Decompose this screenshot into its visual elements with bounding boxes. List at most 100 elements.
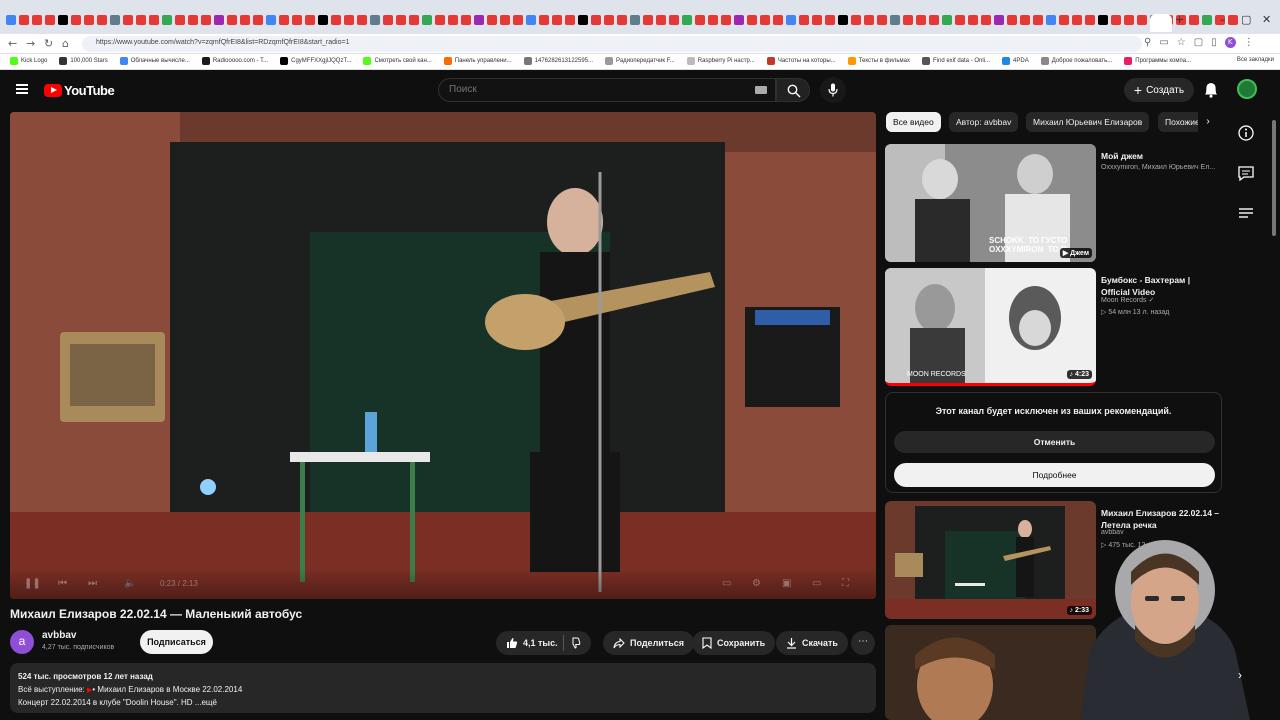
bookmark-item[interactable]: Частоты на которы... [766, 57, 836, 65]
cast-icon[interactable]: ▭ [1159, 37, 1168, 48]
tab-favicon-icon[interactable] [357, 15, 367, 25]
youtube-logo[interactable]: YouTube [44, 83, 115, 98]
tab-favicon-icon[interactable] [318, 15, 328, 25]
video-player[interactable]: ❚❚ ⏮ ⏭ 🔈 0:23 / 2:13 ▭ ⚙ ▣ ▭ ⛶ [10, 112, 876, 599]
tab-favicon-icon[interactable] [604, 15, 614, 25]
channel-name[interactable]: avbbav [42, 630, 76, 641]
bookmark-item[interactable]: Облачные вычисле... [119, 57, 190, 65]
tab-favicon-icon[interactable] [903, 15, 913, 25]
tab-favicon-icon[interactable] [734, 15, 744, 25]
theater-mode-icon[interactable]: ▭ [812, 578, 821, 589]
tab-favicon-icon[interactable] [396, 15, 406, 25]
tab-favicon-icon[interactable] [123, 15, 133, 25]
tab-favicon-icon[interactable] [383, 15, 393, 25]
tab-favicon-icon[interactable] [1189, 15, 1199, 25]
tab-favicon-icon[interactable] [825, 15, 835, 25]
search-box[interactable] [438, 78, 776, 102]
url-field[interactable]: https://www.youtube.com/watch?v=zqmfQfrE… [82, 36, 1142, 52]
tab-favicon-icon[interactable] [474, 15, 484, 25]
create-button[interactable]: + Создать [1124, 78, 1194, 102]
bookmark-item[interactable]: 4PDA [1002, 57, 1029, 65]
recommendation-channel[interactable]: Moon Records ✓ [1101, 296, 1221, 304]
chip-artist[interactable]: Михаил Юрьевич Елизаров [1026, 112, 1150, 132]
channel-avatar[interactable]: a [10, 630, 34, 654]
tab-favicon-icon[interactable] [448, 15, 458, 25]
tab-favicon-icon[interactable] [773, 15, 783, 25]
tab-favicon-icon[interactable] [552, 15, 562, 25]
tab-favicon-icon[interactable] [864, 15, 874, 25]
bookmark-item[interactable]: Смотреть свой кан... [363, 57, 432, 65]
tab-favicon-icon[interactable] [669, 15, 679, 25]
tab-favicon-icon[interactable] [955, 15, 965, 25]
account-avatar[interactable] [1237, 79, 1257, 99]
tab-favicon-icon[interactable] [279, 15, 289, 25]
recommendation-card[interactable]: MOON RECORDS ♪ 4:23 Бумбокс - Вахтерам |… [885, 268, 1220, 388]
chip-all-videos[interactable]: Все видео [886, 112, 941, 132]
settings-gear-icon[interactable]: ⚙ [752, 578, 761, 589]
tab-favicon-icon[interactable] [1098, 15, 1108, 25]
tab-favicon-icon[interactable] [331, 15, 341, 25]
tab-favicon-icon[interactable] [630, 15, 640, 25]
tab-favicon-icon[interactable] [97, 15, 107, 25]
tab-favicon-icon[interactable] [266, 15, 276, 25]
tab-favicon-icon[interactable] [71, 15, 81, 25]
tab-favicon-icon[interactable] [188, 15, 198, 25]
tab-favicon-icon[interactable] [656, 15, 666, 25]
pause-icon[interactable]: ❚❚ [24, 578, 41, 589]
tab-favicon-icon[interactable] [1124, 15, 1134, 25]
tab-favicon-icon[interactable] [227, 15, 237, 25]
recommendation-card[interactable]: SCHOKK ТО ГУСТО OXXXYMIRON ТО П ▶ Джем М… [885, 144, 1220, 264]
tab-favicon-icon[interactable] [175, 15, 185, 25]
bookmark-item[interactable]: Доброе пожаловать... [1040, 57, 1112, 65]
tab-favicon-icon[interactable] [578, 15, 588, 25]
tab-favicon-icon[interactable] [500, 15, 510, 25]
tab-favicon-icon[interactable] [565, 15, 575, 25]
tab-favicon-icon[interactable] [994, 15, 1004, 25]
bookmark-item[interactable]: Панель управлени... [443, 57, 512, 65]
bookmark-item[interactable]: Find exif data - Onli... [922, 57, 990, 65]
bookmark-item[interactable]: Тексты в фильмах [847, 57, 910, 65]
like-button[interactable]: 4,1 тыс. [506, 637, 558, 649]
tab-favicon-icon[interactable] [305, 15, 315, 25]
profile-avatar[interactable]: K [1224, 37, 1236, 48]
tab-favicon-icon[interactable] [786, 15, 796, 25]
bookmark-item[interactable]: Raspberry Pi настр... [686, 57, 755, 65]
bookmark-item[interactable]: Радиопередатчик F... [605, 57, 675, 65]
tab-favicon-icon[interactable] [721, 15, 731, 25]
tab-favicon-icon[interactable] [292, 15, 302, 25]
tab-favicon-icon[interactable] [916, 15, 926, 25]
more-actions-button[interactable]: ⋯ [851, 631, 875, 655]
share-button[interactable]: Поделиться [603, 631, 695, 655]
chip-author[interactable]: Автор: avbbav [949, 112, 1019, 132]
sidebar-icon[interactable]: ▯ [1211, 37, 1217, 48]
extensions-icon[interactable]: ▢ [1194, 37, 1203, 48]
active-tab[interactable] [1150, 14, 1172, 32]
tab-favicon-icon[interactable] [253, 15, 263, 25]
tab-favicon-icon[interactable] [968, 15, 978, 25]
tab-favicon-row[interactable] [6, 15, 1238, 25]
tab-favicon-icon[interactable] [149, 15, 159, 25]
tab-favicon-icon[interactable] [344, 15, 354, 25]
hamburger-menu-icon[interactable] [16, 84, 28, 94]
subscribe-button[interactable]: Подписаться [140, 630, 213, 654]
tab-favicon-icon[interactable] [110, 15, 120, 25]
thumbs-down-icon[interactable] [569, 637, 581, 649]
description-text[interactable]: Концерт 22.02.2014 в клубе "Doolin House… [18, 698, 217, 707]
forward-icon[interactable]: → [26, 37, 35, 50]
home-icon[interactable]: ⌂ [62, 37, 69, 50]
zoom-icon[interactable]: ⚲ [1144, 37, 1151, 48]
description-link[interactable]: • Михаил Елизаров в Москве 22.02.2014 [92, 685, 242, 694]
tab-favicon-icon[interactable] [409, 15, 419, 25]
tab-favicon-icon[interactable] [851, 15, 861, 25]
tab-favicon-icon[interactable] [1059, 15, 1069, 25]
tab-favicon-icon[interactable] [1202, 15, 1212, 25]
video-thumbnail[interactable]: MOON RECORDS ♪ 4:23 [885, 268, 1096, 386]
tab-favicon-icon[interactable] [877, 15, 887, 25]
all-bookmarks[interactable]: Все закладки [1237, 57, 1274, 63]
tab-favicon-icon[interactable] [1228, 15, 1238, 25]
tab-favicon-icon[interactable] [162, 15, 172, 25]
tab-favicon-icon[interactable] [214, 15, 224, 25]
tab-favicon-icon[interactable] [799, 15, 809, 25]
learn-more-button[interactable]: Подробнее [894, 463, 1215, 487]
tab-favicon-icon[interactable] [643, 15, 653, 25]
